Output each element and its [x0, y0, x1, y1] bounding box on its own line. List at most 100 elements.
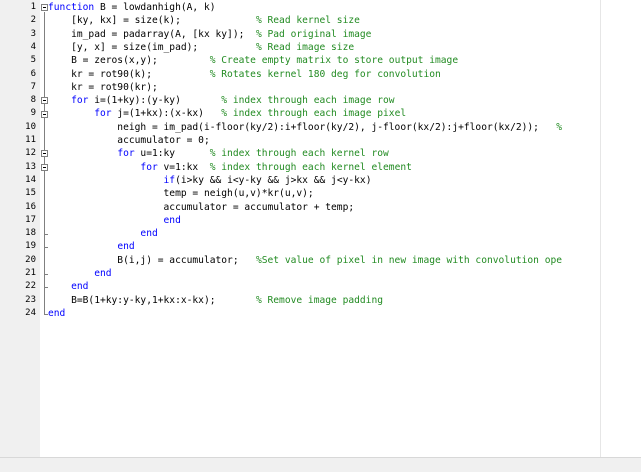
keyword-token: end	[48, 307, 66, 319]
code-line[interactable]: end	[48, 214, 181, 227]
code-line[interactable]: [ky, kx] = size(k); % Read kernel size	[48, 14, 360, 27]
code-line[interactable]: accumulator = 0;	[48, 134, 209, 147]
code-token: B(i,j) = accumulator;	[48, 254, 256, 266]
fold-toggle-icon[interactable]	[41, 110, 48, 118]
fold-end-marker	[44, 273, 48, 275]
code-line[interactable]: B = zeros(x,y); % Create empty matrix to…	[48, 54, 458, 67]
code-token: (i>ky && i<y-ky && j>kx && j<y-kx)	[175, 174, 372, 186]
code-line[interactable]: im_pad = padarray(A, [kx ky]); % Pad ori…	[48, 28, 371, 41]
fold-end-marker	[44, 313, 48, 315]
horizontal-scrollbar[interactable]	[0, 457, 641, 472]
line-number: 2	[30, 15, 36, 26]
code-token: temp = neigh(u,v)*kr(u,v);	[48, 188, 314, 200]
keyword-token: function	[48, 2, 95, 13]
code-line[interactable]: for i=(1+ky):(y-ky) % index through each…	[48, 94, 395, 107]
line-number: 13	[25, 161, 36, 172]
line-number: 10	[25, 121, 36, 132]
comment-token: % index through each image row	[221, 95, 395, 107]
fold-toggle-icon[interactable]	[41, 97, 48, 105]
code-line[interactable]: if(i>ky && i<y-ky && j>kx && j<y-kx)	[48, 174, 372, 187]
code-editor[interactable]: 1 2 3 4 5 6 7 8 9 10 11 12 13 14 15 16 17 18 19 20 21 22 23 24 …	[0, 0, 641, 472]
code-text-area[interactable]: function B = lowdanhigh(A, k) [ky, kx] =…	[48, 0, 641, 458]
code-token: accumulator = accumulator + temp;	[48, 201, 355, 213]
code-token: v=1:kx	[157, 161, 210, 173]
comment-token: % Create empty matrix to store output im…	[209, 55, 459, 67]
code-token: j=(1+kx):(x-kx)	[111, 108, 222, 120]
fold-end-marker	[44, 247, 48, 249]
line-number: 24	[25, 307, 36, 318]
line-number-gutter: 1 2 3 4 5 6 7 8 9 10 11 12 13 14 15 16 17 18 19 20 21 22 23 24	[0, 0, 41, 472]
code-token: im_pad = padarray(A, [kx ky]);	[48, 28, 256, 40]
line-number: 23	[25, 294, 36, 305]
keyword-token: end	[71, 281, 89, 293]
fold-guide-line	[44, 171, 45, 234]
code-line[interactable]: for j=(1+kx):(x-kx) % index through each…	[48, 107, 406, 120]
line-number: 4	[30, 41, 36, 52]
line-number: 14	[25, 174, 36, 185]
code-token: kr = rot90(kr);	[48, 81, 158, 93]
line-number: 1	[30, 2, 36, 12]
code-line[interactable]: neigh = im_pad(i-floor(ky/2):i+floor(ky/…	[48, 121, 562, 134]
code-token: neigh = im_pad(i-floor(ky/2):i+floor(ky/…	[48, 121, 557, 133]
line-number: 9	[30, 108, 36, 119]
line-number: 11	[25, 135, 36, 145]
keyword-token: end	[140, 228, 158, 240]
keyword-token: for	[117, 148, 135, 160]
line-number: 21	[25, 268, 36, 278]
line-number: 15	[25, 188, 36, 199]
code-line[interactable]: B=B(1+ky:y-ky,1+kx:x-kx); % Remove image…	[48, 294, 383, 307]
code-line[interactable]: accumulator = accumulator + temp;	[48, 201, 355, 214]
line-number: 20	[25, 254, 36, 265]
comment-token: % Remove image padding	[255, 294, 384, 306]
code-line[interactable]: kr = rot90(kr);	[48, 81, 158, 94]
fold-toggle-icon[interactable]	[41, 163, 48, 171]
line-number: 19	[25, 241, 36, 252]
code-line[interactable]: end	[48, 227, 158, 240]
code-line[interactable]: end	[48, 307, 65, 320]
comment-token: % index through each kernel row	[209, 148, 389, 160]
comment-token: % Read image size	[255, 41, 355, 53]
code-line[interactable]: end	[48, 280, 88, 293]
line-number: 16	[25, 201, 36, 212]
fold-end-marker	[44, 286, 48, 288]
code-token: B = zeros(x,y);	[48, 55, 210, 67]
line-number: 8	[30, 95, 36, 106]
code-line[interactable]: for u=1:ky % index through each kernel r…	[48, 147, 389, 160]
code-token: [y, x] = size(im_pad);	[48, 41, 256, 53]
keyword-token: end	[94, 268, 112, 279]
keyword-token: end	[117, 241, 135, 253]
code-line[interactable]: end	[48, 240, 135, 253]
code-token: kr = rot90(k);	[48, 68, 210, 80]
code-token: B = lowdanhigh(A, k)	[94, 2, 216, 13]
line-number: 18	[25, 228, 36, 239]
code-line[interactable]: function B = lowdanhigh(A, k)	[48, 1, 216, 14]
code-line[interactable]: kr = rot90(k); % Rotates kernel 180 deg …	[48, 68, 441, 81]
line-number: 17	[25, 214, 36, 225]
code-line[interactable]: end	[48, 267, 112, 280]
line-number: 3	[30, 28, 36, 39]
comment-token: % index through each kernel element	[209, 161, 412, 173]
comment-token: % index through each image pixel	[221, 108, 407, 120]
code-line[interactable]: for v=1:kx % index through each kernel e…	[48, 161, 412, 174]
comment-token: % Read kernel size	[255, 15, 360, 27]
code-line[interactable]: temp = neigh(u,v)*kr(u,v);	[48, 187, 314, 200]
fold-toggle-icon[interactable]	[41, 4, 48, 12]
code-line[interactable]: B(i,j) = accumulator; %Set value of pixe…	[48, 254, 562, 267]
comment-token: %	[556, 121, 563, 133]
line-number: 22	[25, 281, 36, 292]
fold-toggle-icon[interactable]	[41, 150, 48, 158]
comment-token: % Rotates kernel 180 deg for convolution	[209, 68, 441, 80]
comment-token: % Pad original image	[255, 28, 372, 40]
line-number: 5	[30, 55, 36, 66]
keyword-token: for	[71, 95, 89, 107]
code-line[interactable]: [y, x] = size(im_pad); % Read image size	[48, 41, 354, 54]
